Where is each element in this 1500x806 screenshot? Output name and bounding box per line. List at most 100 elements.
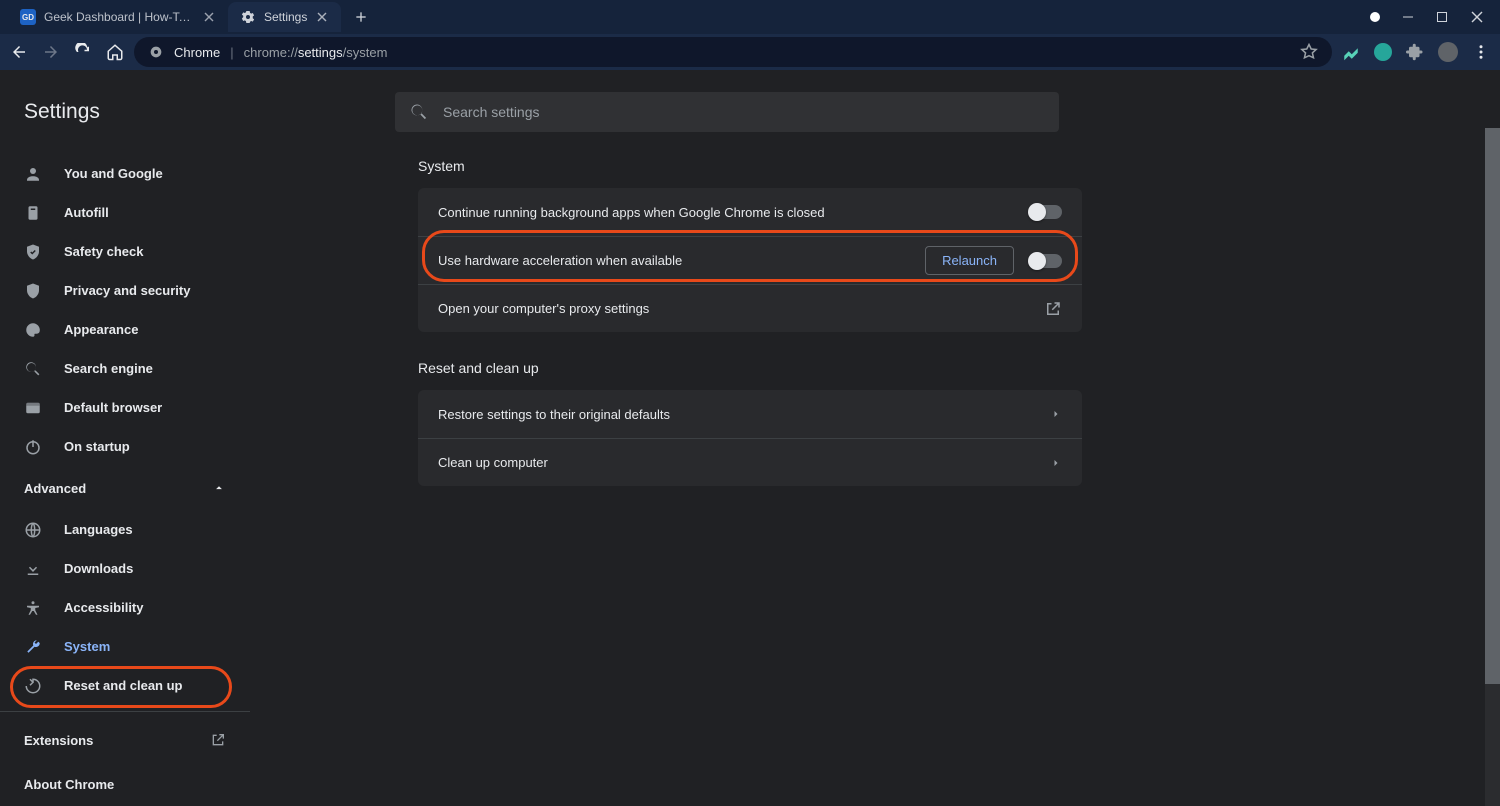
site-info-icon[interactable] xyxy=(148,44,164,60)
download-icon xyxy=(24,560,42,578)
restore-icon xyxy=(24,677,42,695)
row-restore-defaults[interactable]: Restore settings to their original defau… xyxy=(418,390,1082,438)
chevron-right-icon xyxy=(1050,408,1062,420)
sidebar-item-label: On startup xyxy=(64,439,130,454)
minimize-button[interactable] xyxy=(1402,11,1414,23)
external-link-icon xyxy=(210,732,226,748)
close-icon[interactable] xyxy=(202,10,216,24)
toolbar-right xyxy=(1342,42,1490,62)
sidebar-item-reset[interactable]: Reset and clean up xyxy=(0,666,250,705)
maximize-button[interactable] xyxy=(1436,11,1448,23)
globe-icon xyxy=(24,521,42,539)
scrollbar-thumb[interactable] xyxy=(1485,128,1500,684)
forward-button[interactable] xyxy=(42,43,60,61)
profile-avatar[interactable] xyxy=(1438,42,1458,62)
sidebar-item-label: Extensions xyxy=(24,733,93,748)
toolbar: Chrome | chrome://settings/system xyxy=(0,34,1500,70)
status-indicator-icon xyxy=(1370,12,1380,22)
sidebar-item-you-and-google[interactable]: You and Google xyxy=(0,154,250,193)
close-icon[interactable] xyxy=(315,10,329,24)
system-card: Continue running background apps when Go… xyxy=(418,188,1082,332)
menu-button[interactable] xyxy=(1472,43,1490,61)
section-heading-reset: Reset and clean up xyxy=(418,360,1500,376)
chevron-right-icon xyxy=(1050,457,1062,469)
sidebar-item-label: Downloads xyxy=(64,561,133,576)
scrollbar[interactable] xyxy=(1485,128,1500,806)
person-icon xyxy=(24,165,42,183)
extension-grammarly-icon[interactable] xyxy=(1374,43,1392,61)
settings-header: Settings Search settings xyxy=(0,84,1500,140)
origin-chip: Chrome xyxy=(174,45,220,60)
external-link-icon xyxy=(1044,300,1062,318)
palette-icon xyxy=(24,321,42,339)
sidebar-about-link[interactable]: About Chrome xyxy=(0,762,250,806)
sidebar-extensions-link[interactable]: Extensions xyxy=(0,718,250,762)
sidebar-item-autofill[interactable]: Autofill xyxy=(0,193,250,232)
browser-tab-geek[interactable]: GD Geek Dashboard | How-To's, Sm xyxy=(8,2,228,32)
sidebar-item-default-browser[interactable]: Default browser xyxy=(0,388,250,427)
browser-tab-settings[interactable]: Settings xyxy=(228,2,341,32)
accessibility-icon xyxy=(24,599,42,617)
sidebar-item-label: Autofill xyxy=(64,205,109,220)
sidebar-item-label: Appearance xyxy=(64,322,138,337)
shield-icon xyxy=(24,282,42,300)
sidebar-advanced-toggle[interactable]: Advanced xyxy=(0,466,250,510)
row-cleanup-computer[interactable]: Clean up computer xyxy=(418,438,1082,486)
sidebar-item-on-startup[interactable]: On startup xyxy=(0,427,250,466)
sidebar-item-safety-check[interactable]: Safety check xyxy=(0,232,250,271)
tab-title: Settings xyxy=(264,10,307,24)
row-label: Clean up computer xyxy=(438,455,548,470)
sidebar-item-search-engine[interactable]: Search engine xyxy=(0,349,250,388)
favicon-gd-icon: GD xyxy=(20,9,36,25)
settings-sidebar: You and Google Autofill Safety check Pri… xyxy=(0,140,250,806)
search-settings-input[interactable]: Search settings xyxy=(395,92,1059,132)
shield-check-icon xyxy=(24,243,42,261)
browser-icon xyxy=(24,399,42,417)
sidebar-advanced-label: Advanced xyxy=(24,481,86,496)
settings-content: System Continue running background apps … xyxy=(250,140,1500,806)
sidebar-item-system[interactable]: System xyxy=(0,627,250,666)
sidebar-item-languages[interactable]: Languages xyxy=(0,510,250,549)
search-icon xyxy=(409,102,429,122)
extension-highlighter-icon[interactable] xyxy=(1342,43,1360,61)
autofill-icon xyxy=(24,204,42,222)
sidebar-item-accessibility[interactable]: Accessibility xyxy=(0,588,250,627)
sidebar-item-label: About Chrome xyxy=(24,777,114,792)
close-window-button[interactable] xyxy=(1470,10,1484,24)
toggle-background-apps[interactable] xyxy=(1030,205,1062,219)
search-icon xyxy=(24,360,42,378)
sidebar-item-appearance[interactable]: Appearance xyxy=(0,310,250,349)
window-titlebar: GD Geek Dashboard | How-To's, Sm Setting… xyxy=(0,0,1500,34)
nav-buttons xyxy=(10,43,124,61)
sidebar-item-label: Safety check xyxy=(64,244,144,259)
search-placeholder: Search settings xyxy=(443,104,540,120)
sidebar-item-label: Search engine xyxy=(64,361,153,376)
row-label: Open your computer's proxy settings xyxy=(438,301,649,316)
address-bar[interactable]: Chrome | chrome://settings/system xyxy=(134,37,1332,67)
extensions-button[interactable] xyxy=(1406,43,1424,61)
bookmark-button[interactable] xyxy=(1300,43,1318,61)
gear-icon xyxy=(240,9,256,25)
row-label: Use hardware acceleration when available xyxy=(438,253,682,268)
row-proxy-settings[interactable]: Open your computer's proxy settings xyxy=(418,284,1082,332)
new-tab-button[interactable] xyxy=(347,3,375,31)
row-background-apps: Continue running background apps when Go… xyxy=(418,188,1082,236)
sidebar-item-downloads[interactable]: Downloads xyxy=(0,549,250,588)
sidebar-item-label: System xyxy=(64,639,110,654)
power-icon xyxy=(24,438,42,456)
reload-button[interactable] xyxy=(74,43,92,61)
home-button[interactable] xyxy=(106,43,124,61)
toggle-hardware-accel[interactable] xyxy=(1030,254,1062,268)
divider xyxy=(0,711,250,712)
window-controls xyxy=(1370,10,1500,24)
sidebar-item-label: Accessibility xyxy=(64,600,144,615)
relaunch-button[interactable]: Relaunch xyxy=(925,246,1014,275)
row-label: Restore settings to their original defau… xyxy=(438,407,670,422)
sidebar-item-label: Default browser xyxy=(64,400,162,415)
tab-strip: GD Geek Dashboard | How-To's, Sm Setting… xyxy=(0,0,375,34)
row-label: Continue running background apps when Go… xyxy=(438,205,825,220)
sidebar-item-privacy[interactable]: Privacy and security xyxy=(0,271,250,310)
separator: | xyxy=(230,45,233,60)
back-button[interactable] xyxy=(10,43,28,61)
url-text: chrome://settings/system xyxy=(244,45,388,60)
